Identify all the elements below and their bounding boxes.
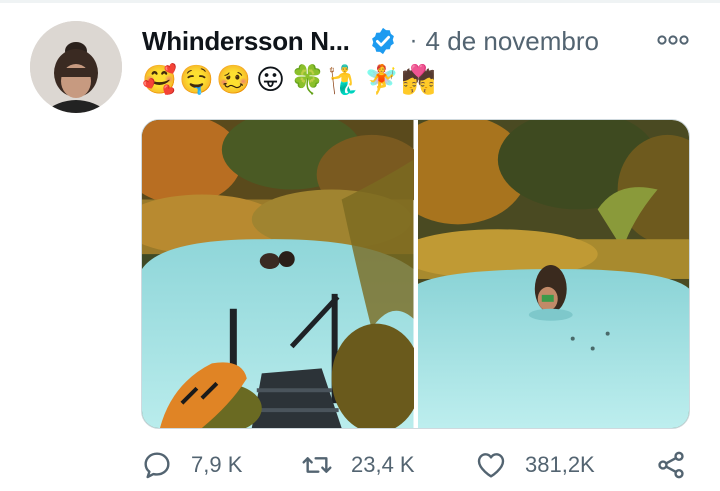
emoji: 🤤 — [179, 63, 214, 96]
reply-count: 7,9 K — [191, 452, 243, 477]
retweet-button[interactable]: 23,4 K — [301, 445, 415, 485]
like-icon — [477, 453, 505, 478]
author-name[interactable]: Whindersson N... — [142, 26, 350, 57]
reply-icon — [144, 452, 170, 479]
emoji: 🥰 — [142, 63, 177, 96]
tweet-photo-2[interactable] — [417, 120, 689, 428]
avatar-image — [30, 21, 122, 113]
emoji: 😛 — [255, 63, 286, 96]
top-divider — [0, 0, 720, 3]
separator-dot: · — [409, 27, 418, 54]
retweet-count: 23,4 K — [351, 452, 415, 477]
like-count: 381,2K — [525, 452, 595, 477]
more-icon[interactable] — [656, 30, 690, 50]
emoji: 🧚 — [364, 63, 399, 96]
share-button[interactable] — [655, 445, 687, 485]
emoji: 💏 — [401, 63, 436, 96]
emoji: 🥴 — [216, 63, 251, 96]
tweet-text: 🥰 🤤 🥴 😛 🍀 🧜‍♂️ 🧚 💏 — [142, 63, 436, 97]
emoji: 🍀 — [290, 63, 325, 96]
like-button[interactable]: 381,2K — [475, 445, 595, 485]
retweet-icon — [302, 457, 332, 473]
tweet-photo-1[interactable] — [142, 120, 414, 428]
reply-button[interactable]: 7,9 K — [141, 445, 242, 485]
tweet-actions: 7,9 K 23,4 K 381,2K — [141, 445, 701, 485]
media-grid — [141, 119, 690, 429]
photo-1-image — [142, 120, 414, 428]
tweet-header: Whindersson N... · 4 de novembro — [142, 24, 599, 58]
tweet-date[interactable]: 4 de novembro — [426, 26, 599, 57]
avatar[interactable] — [30, 21, 122, 113]
photo-2-image — [417, 120, 689, 428]
emoji: 🧜‍♂️ — [327, 63, 362, 96]
verified-badge-icon — [371, 27, 394, 55]
share-icon — [658, 451, 684, 479]
